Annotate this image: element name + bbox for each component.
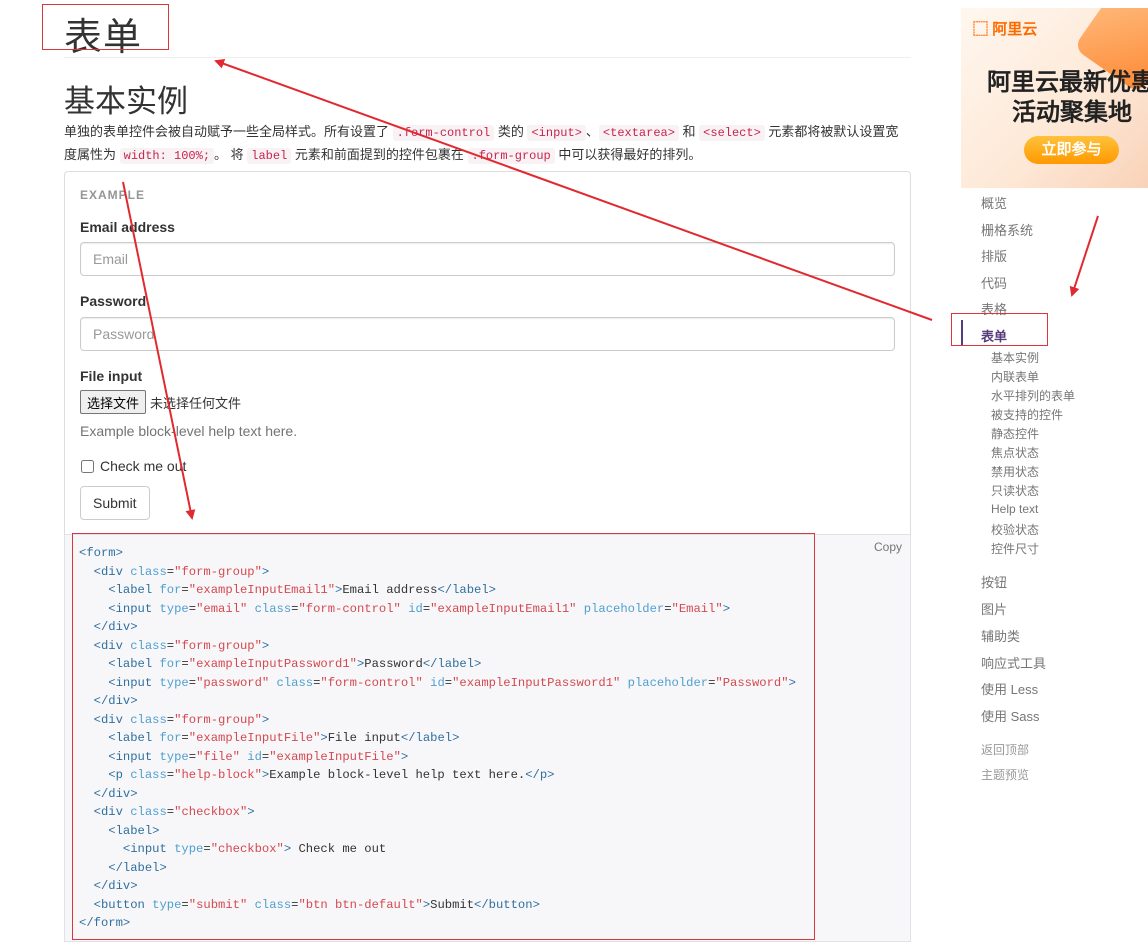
file-status: 未选择任何文件 [150, 395, 242, 411]
sidebar-subitem-static[interactable]: 静态控件 [991, 425, 1039, 442]
help-text: Example block-level help text here. [80, 423, 298, 439]
sidebar-subitem-validation[interactable]: 校验状态 [991, 521, 1039, 538]
code-line: <input type="password" class="form-contr… [108, 675, 796, 690]
intro-text: 。 将 [214, 147, 248, 162]
code-line: <input type="file" id="exampleInputFile"… [108, 749, 409, 764]
sidebar-item-images[interactable]: 图片 [981, 599, 1007, 618]
checkbox-row: Check me out [80, 458, 186, 474]
sidebar-item-sass[interactable]: 使用 Sass [981, 706, 1040, 725]
ad-banner[interactable]: ⬚ 阿里云 阿里云最新优惠 活动聚集地 立即参与 [961, 8, 1148, 188]
sidebar-subitem-sizing[interactable]: 控件尺寸 [991, 540, 1039, 557]
intro-text: 和 [678, 124, 700, 139]
sidebar-item-overview[interactable]: 概览 [981, 193, 1007, 212]
code-line: <form> [79, 546, 123, 560]
sidebar-item-typography[interactable]: 排版 [981, 246, 1007, 265]
sidebar-item-buttons[interactable]: 按钮 [981, 572, 1007, 591]
sidebar-subitem-readonly[interactable]: 只读状态 [991, 482, 1039, 499]
code-line: </form> [79, 916, 131, 930]
code-line: <p class="help-block">Example block-leve… [108, 768, 555, 782]
intro-text: 类的 [494, 124, 528, 139]
intro-code: <select> [699, 125, 765, 141]
code-line: </label> [108, 860, 167, 875]
choose-file-button[interactable]: 选择文件 [80, 390, 147, 414]
code-line: <input type="checkbox"> Check me out [122, 842, 387, 856]
intro-paragraph: 单独的表单控件会被自动赋予一些全局样式。所有设置了 .form-control … [64, 121, 910, 167]
email-label: Email address [80, 219, 175, 235]
sidebar-subitem-disabled[interactable]: 禁用状态 [991, 463, 1039, 480]
code-line: <div class="checkbox"> [93, 805, 255, 819]
sidebar-item-responsive[interactable]: 响应式工具 [981, 653, 1046, 672]
email-field[interactable] [80, 242, 895, 276]
code-line: <button type="submit" class="btn btn-def… [93, 897, 540, 912]
sidebar-item-helpers[interactable]: 辅助类 [981, 626, 1020, 645]
intro-text: 中可以获得最好的排列。 [554, 147, 702, 162]
code-line: <label for="exampleInputEmail1">Email ad… [108, 583, 496, 597]
sidebar-item-code[interactable]: 代码 [981, 273, 1007, 292]
aliyun-logo-icon: ⬚ [973, 21, 989, 38]
title-highlight-box [42, 4, 169, 50]
code-line: <input type="email" class="form-control"… [108, 601, 731, 616]
sidebar-subitem-focus[interactable]: 焦点状态 [991, 444, 1039, 461]
copy-button[interactable]: Copy [874, 540, 902, 554]
title-divider [64, 57, 911, 58]
code-line: </div> [93, 620, 138, 634]
code-line: </div> [93, 786, 138, 801]
code-line: </div> [93, 879, 138, 893]
checkbox-label: Check me out [100, 458, 187, 474]
sidebar-item-grid[interactable]: 栅格系统 [981, 220, 1033, 239]
submit-button[interactable]: Submit [80, 486, 150, 520]
aliyun-logo: ⬚ 阿里云 [973, 18, 1037, 39]
code-line: <label for="exampleInputFile">File input… [108, 731, 460, 745]
password-field[interactable] [80, 317, 895, 351]
section-title: 基本实例 [64, 84, 188, 119]
intro-code: .form-group [467, 148, 555, 164]
file-input: 选择文件 未选择任何文件 [80, 390, 241, 414]
code-listing: <form> <div class="form-group"> <label f… [79, 544, 796, 933]
code-line: <div class="form-group"> [93, 638, 270, 653]
code-line: </div> [93, 694, 138, 708]
nav-highlight-box [951, 313, 1048, 346]
sidebar-subitem-inline[interactable]: 内联表单 [991, 368, 1039, 385]
check-me-out-checkbox[interactable] [81, 459, 94, 473]
theme-preview-link[interactable]: 主题预览 [981, 766, 1029, 783]
example-label: EXAMPLE [80, 188, 146, 202]
example-panel: EXAMPLE Email address Password File inpu… [64, 171, 911, 534]
back-to-top-link[interactable]: 返回顶部 [981, 741, 1029, 758]
intro-code: <input> [527, 125, 586, 141]
intro-text: 单独的表单控件会被自动赋予一些全局样式。所有设置了 [64, 124, 393, 139]
sidebar: ⬚ 阿里云 阿里云最新优惠 活动聚集地 立即参与 概览 栅格系统 排版 代码 表… [951, 0, 1148, 945]
code-line: <label for="exampleInputPassword1">Passw… [108, 657, 482, 671]
sidebar-subitem-help-text[interactable]: Help text [991, 502, 1038, 516]
intro-code: <textarea> [598, 125, 679, 141]
file-input-label: File input [80, 368, 143, 384]
intro-code: label [247, 148, 292, 164]
ad-logo-text: 阿里云 [992, 21, 1038, 38]
password-label: Password [80, 293, 147, 309]
intro-code: width: 100%; [119, 148, 215, 164]
sidebar-item-less[interactable]: 使用 Less [981, 679, 1038, 698]
code-block: Copy <form> <div class="form-group"> <la… [64, 534, 911, 942]
intro-code: .form-control [392, 125, 495, 141]
code-line: <div class="form-group"> [93, 564, 270, 579]
sidebar-subitem-supported-controls[interactable]: 被支持的控件 [991, 406, 1063, 423]
ad-subheadline: 活动聚集地 [1012, 99, 1132, 126]
sidebar-subitem-horizontal[interactable]: 水平排列的表单 [991, 387, 1075, 404]
ad-cta-button[interactable]: 立即参与 [1024, 136, 1119, 164]
sidebar-subitem-basic[interactable]: 基本实例 [991, 349, 1039, 366]
code-line: <div class="form-group"> [93, 712, 270, 727]
intro-text: 元素和前面提到的控件包裹在 [291, 147, 468, 162]
intro-text: 、 [585, 124, 599, 139]
code-line: <label> [108, 823, 160, 838]
